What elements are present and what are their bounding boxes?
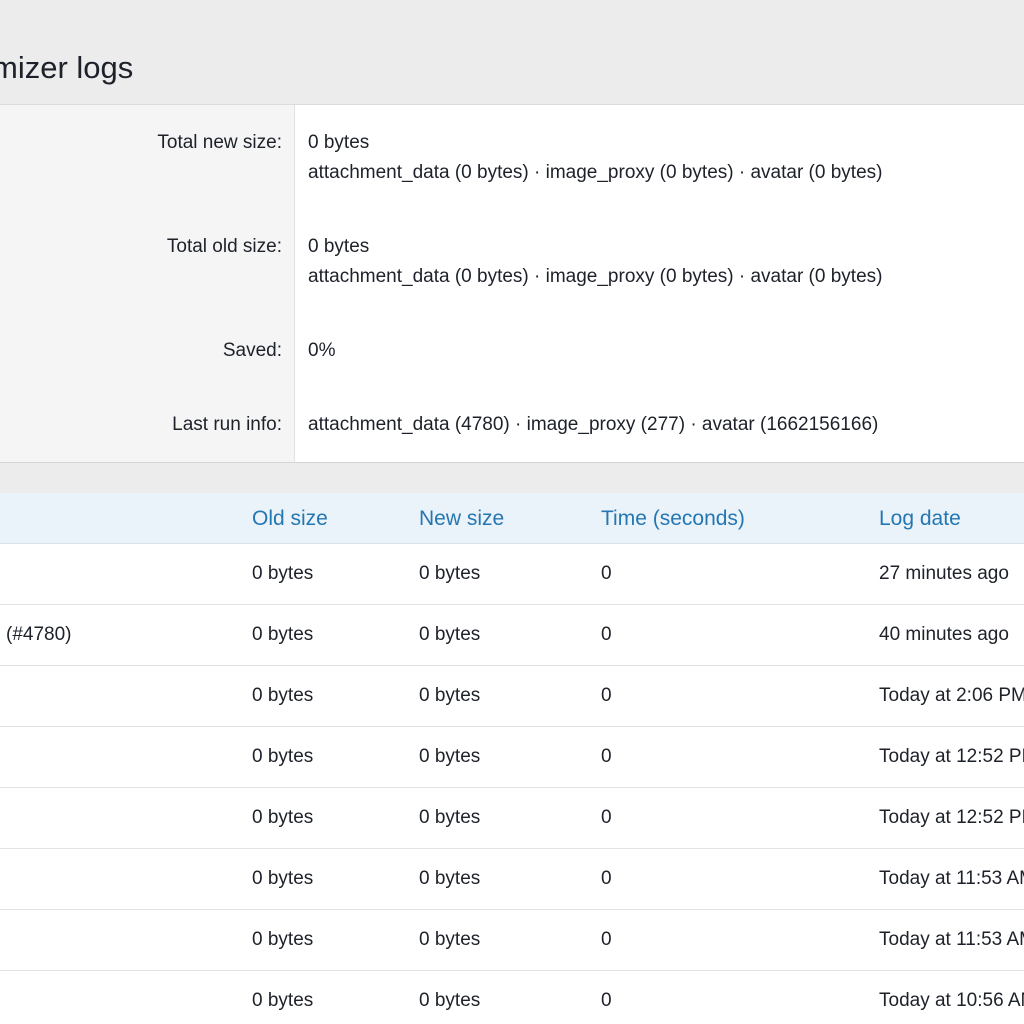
row-log-date: Today at 2:06 PM: [879, 685, 1024, 706]
row-log-date: Today at 10:56 AM: [879, 990, 1024, 1011]
row-time: 0: [601, 746, 612, 767]
table-row[interactable]: 0 bytes 0 bytes 0 Today at 2:06 PM: [0, 666, 1024, 727]
row-old-size: 0 bytes: [252, 990, 314, 1011]
row-new-size: 0 bytes: [419, 624, 481, 645]
row-time: 0: [601, 929, 612, 950]
table-row[interactable]: 0 bytes 0 bytes 0 Today at 12:52 PM: [0, 788, 1024, 849]
optimizer-logs-page: mizer logs Total new size: Total old siz…: [0, 0, 1024, 1024]
column-header-old-size[interactable]: Old size: [252, 507, 328, 531]
table-row[interactable]: 0 bytes 0 bytes 0 Today at 12:52 PM: [0, 727, 1024, 788]
page-header: mizer logs: [0, 0, 1024, 105]
row-old-size: 0 bytes: [252, 807, 314, 828]
row-old-size: 0 bytes: [252, 563, 314, 584]
log-table-body: 0 bytes 0 bytes 0 27 minutes ago (#4780)…: [0, 544, 1024, 1024]
row-time: 0: [601, 868, 612, 889]
row-old-size: 0 bytes: [252, 746, 314, 767]
row-name: (#4780): [6, 624, 72, 645]
table-row[interactable]: 0 bytes 0 bytes 0 Today at 10:56 AM: [0, 971, 1024, 1024]
last-run-info-label: Last run info:: [172, 414, 282, 435]
row-new-size: 0 bytes: [419, 868, 481, 889]
table-row[interactable]: 0 bytes 0 bytes 0 27 minutes ago: [0, 544, 1024, 605]
row-old-size: 0 bytes: [252, 685, 314, 706]
summary-block: Total new size: Total old size: Saved: L…: [0, 105, 1024, 462]
row-log-date: Today at 12:52 PM: [879, 807, 1024, 828]
saved-value: 0%: [308, 340, 336, 361]
row-time: 0: [601, 624, 612, 645]
row-old-size: 0 bytes: [252, 929, 314, 950]
column-header-log-date[interactable]: Log date: [879, 507, 961, 531]
table-row[interactable]: 0 bytes 0 bytes 0 Today at 11:53 AM: [0, 910, 1024, 971]
total-new-size-label: Total new size:: [157, 132, 282, 153]
total-old-size-value: 0 bytes: [308, 236, 370, 257]
total-new-size-detail: attachment_data (0 bytes) · image_proxy …: [308, 162, 883, 183]
row-new-size: 0 bytes: [419, 685, 481, 706]
row-time: 0: [601, 563, 612, 584]
row-log-date: 27 minutes ago: [879, 563, 1009, 584]
row-log-date: Today at 11:53 AM: [879, 868, 1024, 889]
row-old-size: 0 bytes: [252, 868, 314, 889]
row-time: 0: [601, 807, 612, 828]
table-header-row: Old size New size Time (seconds) Log dat…: [0, 493, 1024, 544]
column-header-new-size[interactable]: New size: [419, 507, 504, 531]
row-new-size: 0 bytes: [419, 563, 481, 584]
summary-labels-column: Total new size: Total old size: Saved: L…: [0, 105, 295, 462]
row-log-date: Today at 11:53 AM: [879, 929, 1024, 950]
column-header-time[interactable]: Time (seconds): [601, 507, 745, 531]
saved-label: Saved:: [222, 340, 282, 361]
table-row[interactable]: (#4780) 0 bytes 0 bytes 0 40 minutes ago: [0, 605, 1024, 666]
row-new-size: 0 bytes: [419, 746, 481, 767]
table-row[interactable]: 0 bytes 0 bytes 0 Today at 11:53 AM: [0, 849, 1024, 910]
row-time: 0: [601, 685, 612, 706]
row-log-date: Today at 12:52 PM: [879, 746, 1024, 767]
last-run-info-value: attachment_data (4780) · image_proxy (27…: [308, 414, 879, 435]
page-title: mizer logs: [0, 50, 134, 85]
total-old-size-detail: attachment_data (0 bytes) · image_proxy …: [308, 266, 883, 287]
row-new-size: 0 bytes: [419, 807, 481, 828]
total-old-size-label: Total old size:: [166, 236, 282, 257]
row-time: 0: [601, 990, 612, 1011]
row-new-size: 0 bytes: [419, 929, 481, 950]
section-divider: [0, 462, 1024, 494]
row-old-size: 0 bytes: [252, 624, 314, 645]
row-log-date: 40 minutes ago: [879, 624, 1009, 645]
total-new-size-value: 0 bytes: [308, 132, 370, 153]
row-new-size: 0 bytes: [419, 990, 481, 1011]
